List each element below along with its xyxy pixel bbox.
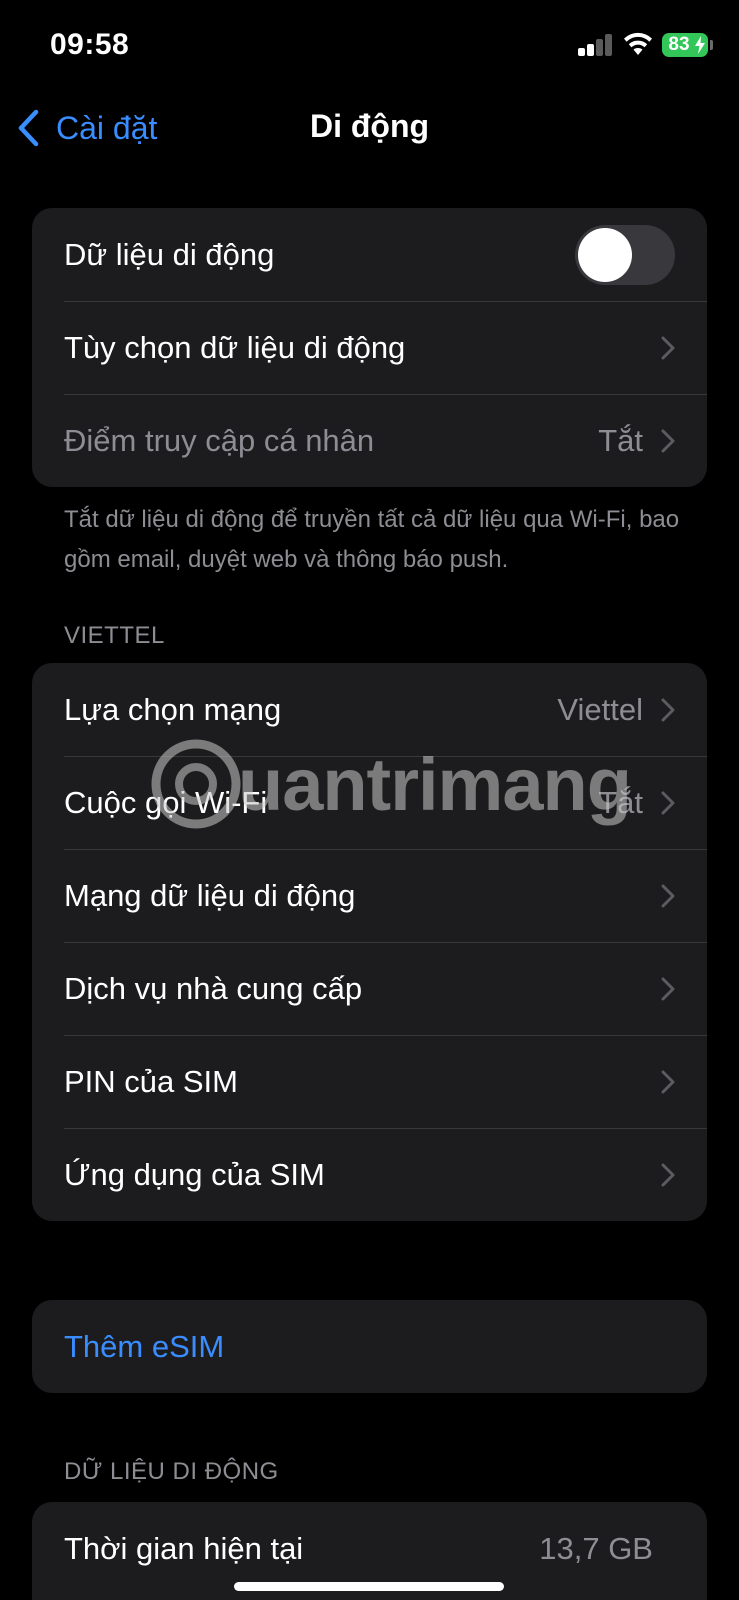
cellular-data-row: Dữ liệu di động	[32, 208, 707, 301]
cellular-data-options-label: Tùy chọn dữ liệu di động	[64, 329, 406, 365]
sim-applications-row[interactable]: Ứng dụng của SIM	[32, 1128, 707, 1221]
cellular-settings-screen: 09:58 83 Di động Cài đặt Dữ liệu di động…	[0, 0, 739, 1600]
carrier-services-row[interactable]: Dịch vụ nhà cung cấp	[32, 942, 707, 1035]
chevron-right-icon	[661, 791, 675, 814]
sim-applications-label: Ứng dụng của SIM	[64, 1156, 325, 1192]
chevron-right-icon	[661, 884, 675, 907]
toggle-knob	[578, 227, 632, 282]
chevron-right-icon	[661, 429, 675, 452]
wifi-calling-value: Tắt	[598, 784, 643, 820]
back-button[interactable]: Cài đặt	[16, 108, 157, 148]
cellular-data-footnote: Tắt dữ liệu di động để truyền tất cả dữ …	[64, 506, 680, 573]
cellular-data-network-label: Mạng dữ liệu di động	[64, 877, 356, 913]
personal-hotspot-row[interactable]: Điểm truy cập cá nhân Tắt	[32, 394, 707, 487]
back-button-label: Cài đặt	[56, 109, 158, 146]
cellular-data-options-row[interactable]: Tùy chọn dữ liệu di động	[32, 301, 707, 394]
cellular-data-toggle[interactable]	[575, 224, 675, 285]
cellular-data-label: Dữ liệu di động	[64, 236, 275, 272]
sim-pin-row[interactable]: PIN của SIM	[32, 1035, 707, 1128]
current-period-label: Thời gian hiện tại	[64, 1530, 304, 1566]
chevron-left-icon	[18, 109, 39, 147]
battery-level: 83	[668, 34, 690, 55]
chevron-right-icon	[661, 1070, 675, 1093]
battery-charging-icon: 83	[662, 33, 708, 57]
usage-section-header: DỮ LIỆU DI ĐỘNG	[64, 1458, 279, 1485]
cellular-data-network-row[interactable]: Mạng dữ liệu di động	[32, 849, 707, 942]
chevron-right-icon	[661, 336, 675, 359]
chevron-right-icon	[661, 1163, 675, 1186]
carrier-section-header: VIETTEL	[64, 622, 165, 649]
network-selection-value: Viettel	[557, 691, 643, 727]
wifi-icon	[624, 32, 652, 55]
status-time: 09:58	[50, 28, 130, 61]
wifi-calling-row[interactable]: Cuộc gọi Wi-Fi Tắt	[32, 756, 707, 849]
home-indicator[interactable]	[234, 1582, 504, 1591]
status-bar: 09:58 83	[0, 0, 739, 90]
cellular-signal-icon	[578, 34, 614, 56]
bolt-icon	[695, 36, 705, 54]
carrier-services-label: Dịch vụ nhà cung cấp	[64, 970, 363, 1006]
carrier-group: Lựa chọn mạng Viettel Cuộc gọi Wi-Fi Tắt…	[32, 663, 707, 1221]
wifi-calling-label: Cuộc gọi Wi-Fi	[64, 784, 268, 820]
sim-pin-label: PIN của SIM	[64, 1063, 238, 1099]
chevron-right-icon	[661, 698, 675, 721]
add-esim-label: Thêm eSIM	[64, 1328, 225, 1364]
network-selection-row[interactable]: Lựa chọn mạng Viettel	[32, 663, 707, 756]
chevron-right-icon	[661, 977, 675, 1000]
network-selection-label: Lựa chọn mạng	[64, 691, 282, 727]
esim-group: Thêm eSIM	[32, 1300, 707, 1393]
personal-hotspot-value: Tắt	[598, 422, 643, 458]
battery-cap	[710, 40, 713, 50]
cellular-data-group: Dữ liệu di động Tùy chọn dữ liệu di động…	[32, 208, 707, 487]
personal-hotspot-label: Điểm truy cập cá nhân	[64, 422, 375, 458]
add-esim-button[interactable]: Thêm eSIM	[32, 1300, 707, 1393]
current-period-value: 13,7 GB	[539, 1530, 653, 1566]
